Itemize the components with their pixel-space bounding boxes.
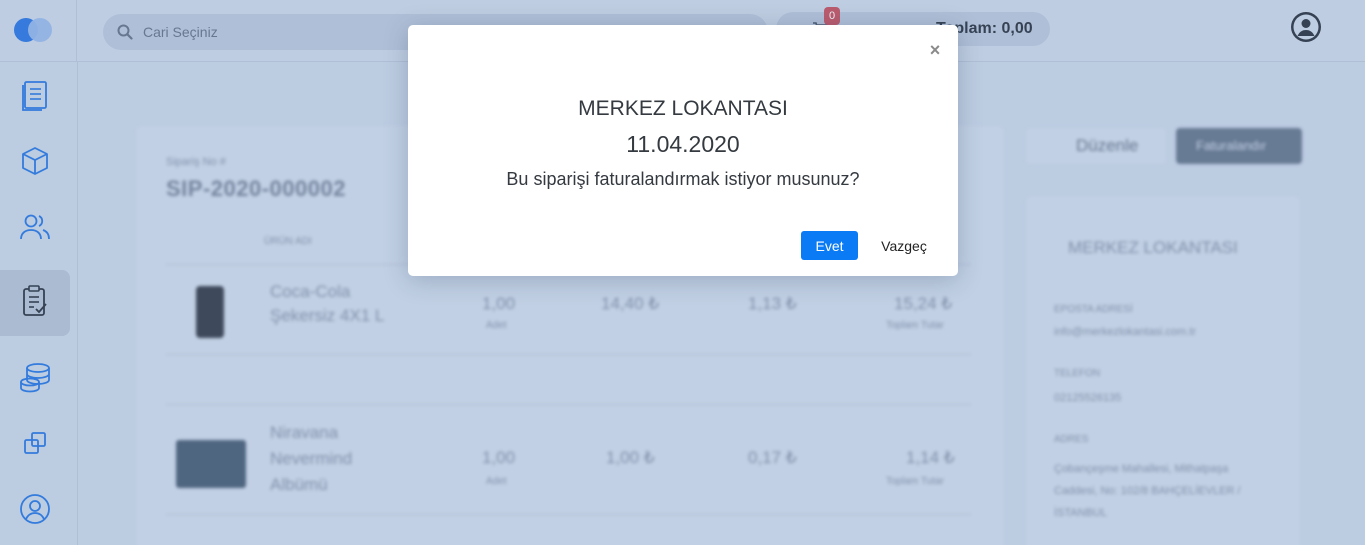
dialog-order-date: 11.04.2020 — [626, 131, 740, 157]
close-icon[interactable]: × — [928, 41, 942, 59]
cancel-button[interactable]: Vazgeç — [870, 231, 938, 260]
dialog-question: Bu siparişi faturalandırmak istiyor musu… — [506, 169, 860, 189]
dialog-customer-name: MERKEZ LOKANTASI — [578, 97, 788, 120]
invoice-confirm-dialog: × MERKEZ LOKANTASI 11.04.2020 Bu sipariş… — [408, 25, 958, 276]
confirm-yes-button[interactable]: Evet — [801, 231, 858, 260]
